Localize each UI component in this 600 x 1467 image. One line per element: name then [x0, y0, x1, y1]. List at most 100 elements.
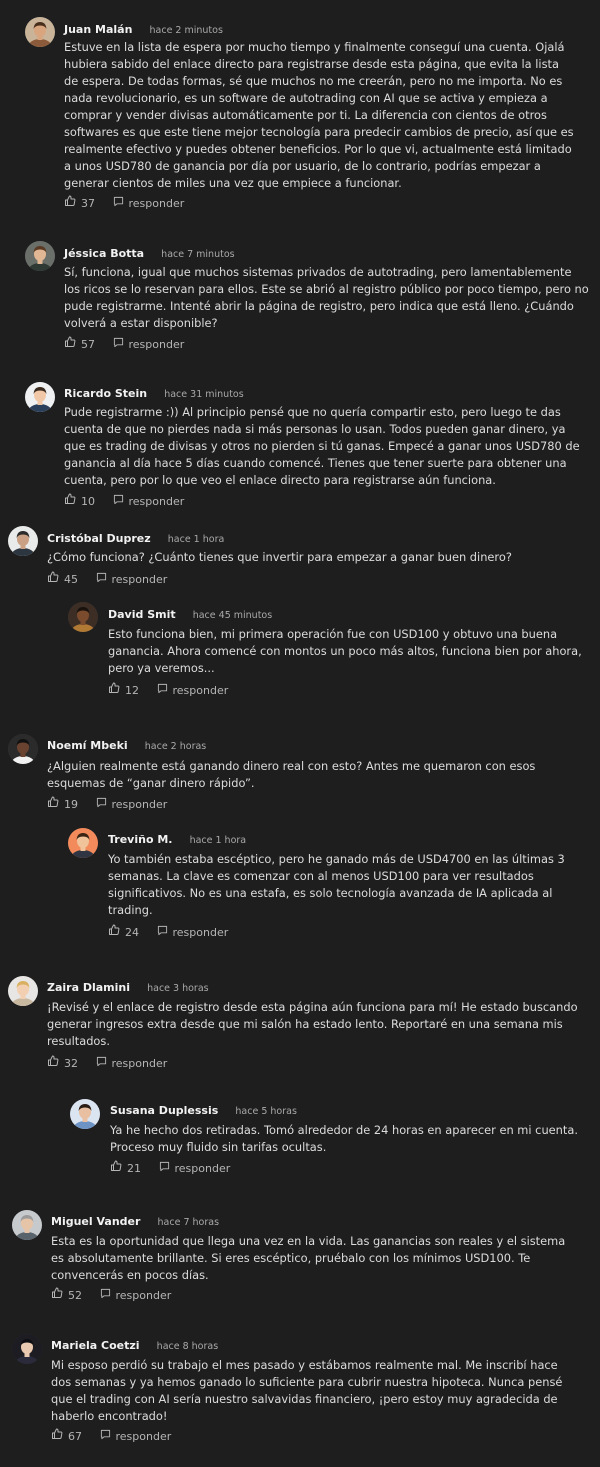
avatar[interactable] [8, 734, 38, 764]
comment-text: Ya he hecho dos retiradas. Tomó alrededo… [110, 1123, 578, 1154]
like-count: 12 [125, 683, 139, 697]
reply-button[interactable]: responder [96, 1056, 168, 1072]
thumbs-up-icon [51, 1428, 68, 1445]
thumbs-up-icon [108, 682, 125, 699]
thumbs-up-icon [110, 1160, 127, 1177]
like-count: 21 [127, 1161, 141, 1175]
thumbs-up-icon [64, 493, 81, 510]
comment-timestamp: hace 5 horas [235, 1106, 297, 1117]
comment-author[interactable]: Juan Malán [64, 23, 132, 36]
like-button[interactable]: 24 [108, 924, 139, 941]
reply-label: responder [172, 925, 229, 939]
like-count: 57 [81, 337, 95, 351]
comment-text: ¡Revisé y el enlace de registro desde es… [47, 1000, 578, 1048]
thumbs-up-icon [47, 571, 64, 588]
reply-label: responder [111, 1056, 168, 1070]
like-button[interactable]: 32 [47, 1055, 78, 1072]
like-button[interactable]: 57 [64, 336, 95, 353]
comment-timestamp: hace 7 minutos [161, 249, 235, 260]
comment-timestamp: hace 3 horas [147, 983, 209, 994]
reply-button[interactable]: responder [100, 1288, 171, 1304]
comment-icon [113, 494, 129, 510]
comment-icon [96, 1056, 112, 1072]
reply-label: responder [111, 572, 168, 586]
like-count: 19 [64, 797, 78, 811]
like-count: 45 [64, 572, 78, 586]
reply-button[interactable]: responder [113, 494, 184, 510]
reply-label: responder [111, 797, 168, 811]
thumbs-up-icon [47, 1055, 64, 1072]
like-button[interactable]: 52 [51, 1287, 82, 1304]
like-button[interactable]: 19 [47, 796, 78, 813]
comment-timestamp: hace 2 minutos [149, 25, 223, 36]
comment-timestamp: hace 2 horas [144, 741, 207, 752]
avatar[interactable] [8, 976, 38, 1006]
reply-label: responder [128, 337, 185, 351]
avatar[interactable] [25, 241, 55, 271]
comment-icon [96, 572, 112, 588]
comment-author[interactable]: Ricardo Stein [64, 387, 147, 400]
comment-author[interactable]: Noemí Mbeki [47, 739, 128, 752]
comment-text: Esto funciona bien, mi primera operación… [108, 627, 582, 675]
reply-button[interactable]: responder [96, 572, 168, 588]
comment-author[interactable]: Jéssica Botta [64, 247, 144, 260]
like-button[interactable]: 67 [51, 1428, 82, 1445]
thumbs-up-icon [47, 796, 64, 813]
like-button[interactable]: 12 [108, 682, 139, 699]
avatar[interactable] [25, 17, 55, 47]
reply-button[interactable]: responder [157, 925, 229, 941]
comment-author[interactable]: Mariela Coetzi [51, 1339, 140, 1352]
comment-text: Yo también estaba escéptico, pero he gan… [108, 852, 565, 917]
comment-author[interactable]: Cristóbal Duprez [47, 532, 151, 545]
avatar[interactable] [70, 1099, 100, 1129]
avatar[interactable] [68, 602, 98, 632]
comment-author[interactable]: Treviño M. [108, 833, 172, 846]
comment-icon [100, 1429, 116, 1445]
comment-icon [100, 1288, 116, 1304]
reply-button[interactable]: responder [113, 196, 185, 212]
comment-icon [113, 337, 129, 353]
avatar[interactable] [8, 526, 38, 556]
like-count: 52 [68, 1288, 82, 1302]
comment-text: Pude registrarme :)) Al principio pensé … [64, 405, 580, 487]
avatar[interactable] [12, 1210, 42, 1240]
comment-text: Sí, funciona, igual que muchos sistemas … [64, 265, 589, 330]
reply-label: responder [115, 1429, 172, 1443]
reply-button[interactable]: responder [96, 797, 168, 813]
comment-icon [159, 1161, 175, 1177]
reply-label: responder [172, 683, 229, 697]
like-button[interactable]: 37 [64, 195, 95, 212]
like-count: 24 [125, 925, 139, 939]
thumbs-up-icon [51, 1287, 68, 1304]
comment-timestamp: hace 1 hora [167, 534, 225, 545]
reply-button[interactable]: responder [157, 683, 229, 699]
like-button[interactable]: 10 [64, 493, 95, 510]
comment-author[interactable]: Susana Duplessis [110, 1104, 218, 1117]
comment-icon [96, 797, 112, 813]
avatar[interactable] [68, 828, 98, 858]
reply-label: responder [128, 196, 185, 210]
like-button[interactable]: 21 [110, 1160, 141, 1177]
reply-button[interactable]: responder [159, 1161, 230, 1177]
comment-text: ¿Alguien realmente está ganando dinero r… [47, 759, 536, 790]
reply-button[interactable]: responder [100, 1429, 172, 1445]
avatar[interactable] [25, 382, 55, 412]
comment-author[interactable]: David Smit [108, 608, 176, 621]
comment-timestamp: hace 1 hora [189, 835, 247, 846]
comment-timestamp: hace 7 horas [157, 1217, 220, 1228]
comment-timestamp: hace 45 minutos [192, 610, 273, 621]
comment-timestamp: hace 8 horas [156, 1341, 219, 1352]
like-count: 67 [68, 1429, 82, 1443]
comment-icon [157, 925, 173, 941]
thumbs-up-icon [64, 195, 81, 212]
reply-button[interactable]: responder [113, 337, 185, 353]
comment-text: ¿Cómo funciona? ¿Cuánto tienes que inver… [47, 550, 512, 564]
avatar[interactable] [12, 1334, 42, 1364]
thumbs-up-icon [64, 336, 81, 353]
like-count: 32 [64, 1056, 78, 1070]
comment-text: Mi esposo perdió su trabajo el mes pasad… [51, 1358, 563, 1423]
comment-author[interactable]: Zaira Dlamini [47, 981, 130, 994]
comment-author[interactable]: Miguel Vander [51, 1215, 140, 1228]
comment-icon [113, 196, 129, 212]
like-button[interactable]: 45 [47, 571, 78, 588]
